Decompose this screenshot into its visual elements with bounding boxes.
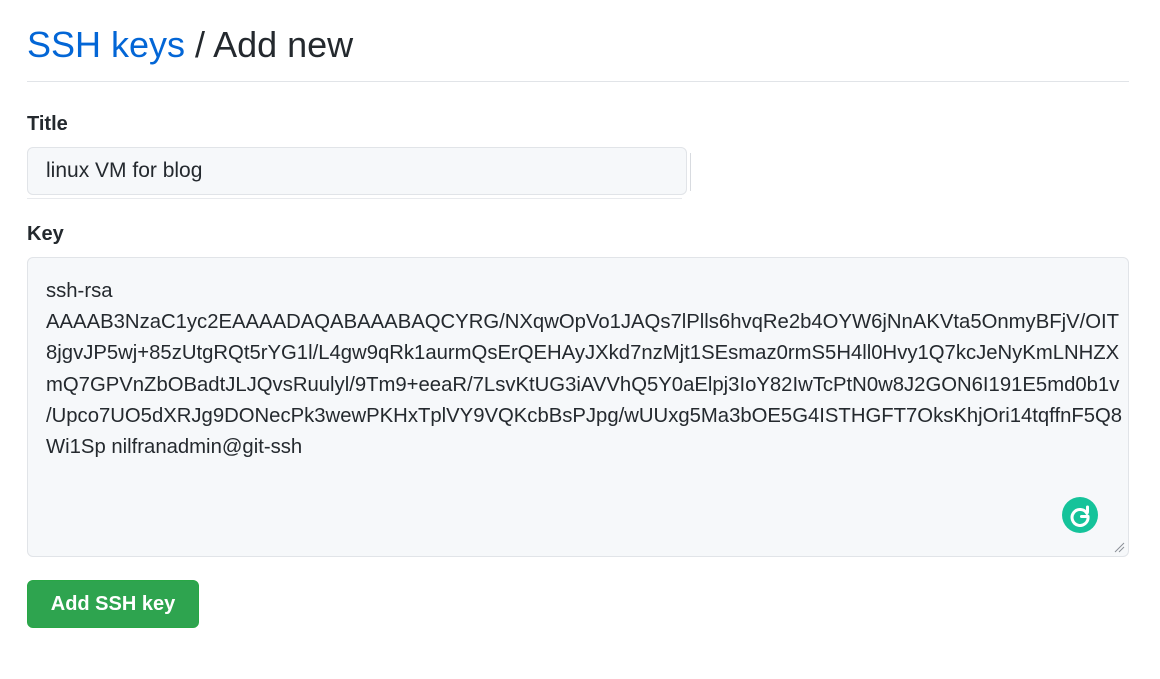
page-container: SSH keys / Add new Title Key ssh-rsa AAAA… [27, 0, 1129, 628]
breadcrumb-current: Add new [213, 24, 354, 65]
key-line: AAAAB3NzaC1yc2EAAAADAQABAAABAQCYRG/NXqwO… [46, 311, 1120, 334]
page-header: SSH keys / Add new [27, 0, 1129, 82]
key-textarea[interactable]: ssh-rsa AAAAB3NzaC1yc2EAAAADAQABAAABAQCYR… [27, 257, 1129, 557]
key-line: ssh-rsa [46, 280, 113, 302]
key-line: Wi1Sp nilfranadmin@git-ssh [46, 436, 303, 459]
input-divider [690, 153, 691, 191]
title-label: Title [27, 113, 68, 135]
breadcrumb-ssh-keys-link[interactable]: SSH keys [27, 24, 185, 65]
resize-handle-icon[interactable] [1113, 540, 1125, 553]
key-line: mQ7GPVnZbOBadtJLJQvsRuulyl/9Tm9+eeaR/7Ls… [46, 373, 1120, 396]
page-title: SSH keys / Add new [27, 24, 353, 66]
key-line: 8jgvJP5wj+85zUtgRQt5rYG1l/L4gw9qRk1aurmQ… [46, 342, 1120, 365]
key-label: Key [27, 223, 64, 245]
breadcrumb-separator: / [185, 24, 214, 65]
title-input-underline [27, 198, 682, 199]
grammarly-icon[interactable] [1062, 497, 1098, 533]
key-line: /Upco7UO5dXRJg9DONecPk3wewPKHxTplVY9VQKc… [46, 404, 1123, 427]
add-ssh-key-button[interactable]: Add SSH key [27, 580, 199, 628]
grammarly-g-glyph [1070, 505, 1090, 527]
title-input[interactable] [27, 147, 687, 195]
